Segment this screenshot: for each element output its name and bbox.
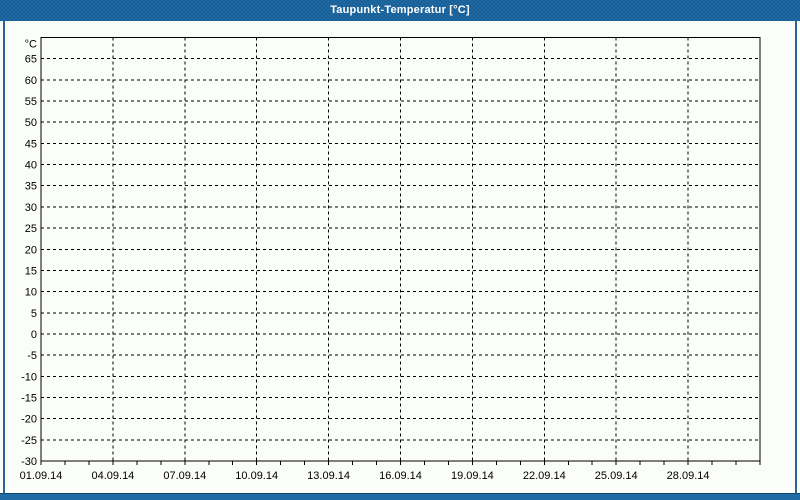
window-title-bar[interactable]: Taupunkt-Temperatur [°C] bbox=[0, 0, 800, 21]
y-tick-label: 45 bbox=[25, 138, 37, 150]
x-tick-label: 19.09.14 bbox=[451, 470, 494, 482]
window-border-right bbox=[795, 21, 797, 494]
y-tick-label: 30 bbox=[25, 202, 37, 214]
y-tick-label: 35 bbox=[25, 181, 37, 193]
x-tick-label: 28.09.14 bbox=[667, 470, 710, 482]
window-title: Taupunkt-Temperatur [°C] bbox=[330, 4, 470, 16]
y-tick-label: 25 bbox=[25, 223, 37, 235]
x-tick-label: 22.09.14 bbox=[523, 470, 566, 482]
y-tick-label: 20 bbox=[25, 244, 37, 256]
chart-area: °C 65 60 55 50 45 40 35 30 25 20 15 10 5 0 -5 -10 -15 -20-… bbox=[0, 21, 800, 493]
window-border-bottom bbox=[0, 493, 800, 500]
x-axis-ticks bbox=[40, 461, 761, 465]
gridlines bbox=[41, 37, 760, 461]
y-axis-unit: °C bbox=[25, 39, 37, 51]
x-tick-label: 07.09.14 bbox=[163, 470, 206, 482]
plot: °C65605550454035302520151050-5-10-15-20-… bbox=[20, 37, 761, 482]
y-tick-labels: 65605550454035302520151050-5-10-15-20-25… bbox=[21, 54, 37, 468]
y-tick-label: 5 bbox=[31, 308, 37, 320]
y-tick-label: 0 bbox=[31, 329, 37, 341]
y-tick-label: 60 bbox=[25, 75, 37, 87]
y-tick-label: -20 bbox=[21, 414, 37, 426]
x-tick-label: 16.09.14 bbox=[379, 470, 422, 482]
x-tick-label: 01.09.14 bbox=[20, 470, 63, 482]
y-tick-label: -5 bbox=[27, 350, 37, 362]
y-tick-label: 65 bbox=[25, 54, 37, 66]
x-tick-labels: 01.09.14 04.09.14 07.09.14 10.09.14 13.09.14… bbox=[20, 470, 710, 482]
y-tick-label: 40 bbox=[25, 160, 37, 172]
window-border-left bbox=[3, 21, 5, 494]
y-tick-label: -10 bbox=[21, 371, 37, 383]
y-tick-label: -15 bbox=[21, 392, 37, 404]
y-tick-label: -25 bbox=[21, 435, 37, 447]
y-tick-label: 50 bbox=[25, 117, 37, 129]
y-tick-label: 10 bbox=[25, 287, 37, 299]
chart-canvas: °C65605550454035302520151050-5-10-15-20-… bbox=[20, 37, 761, 482]
x-tick-label: 10.09.14 bbox=[235, 470, 278, 482]
y-tick-label: 55 bbox=[25, 96, 37, 108]
x-tick-label: 13.09.14 bbox=[307, 470, 350, 482]
y-tick-label: 15 bbox=[25, 265, 37, 277]
x-tick-label: 25.09.14 bbox=[595, 470, 638, 482]
chart-window: Taupunkt-Temperatur [°C] °C 65 60 55 50 45 40 3… bbox=[0, 0, 800, 500]
y-tick-label: -30 bbox=[21, 456, 37, 468]
x-tick-label: 04.09.14 bbox=[91, 470, 134, 482]
